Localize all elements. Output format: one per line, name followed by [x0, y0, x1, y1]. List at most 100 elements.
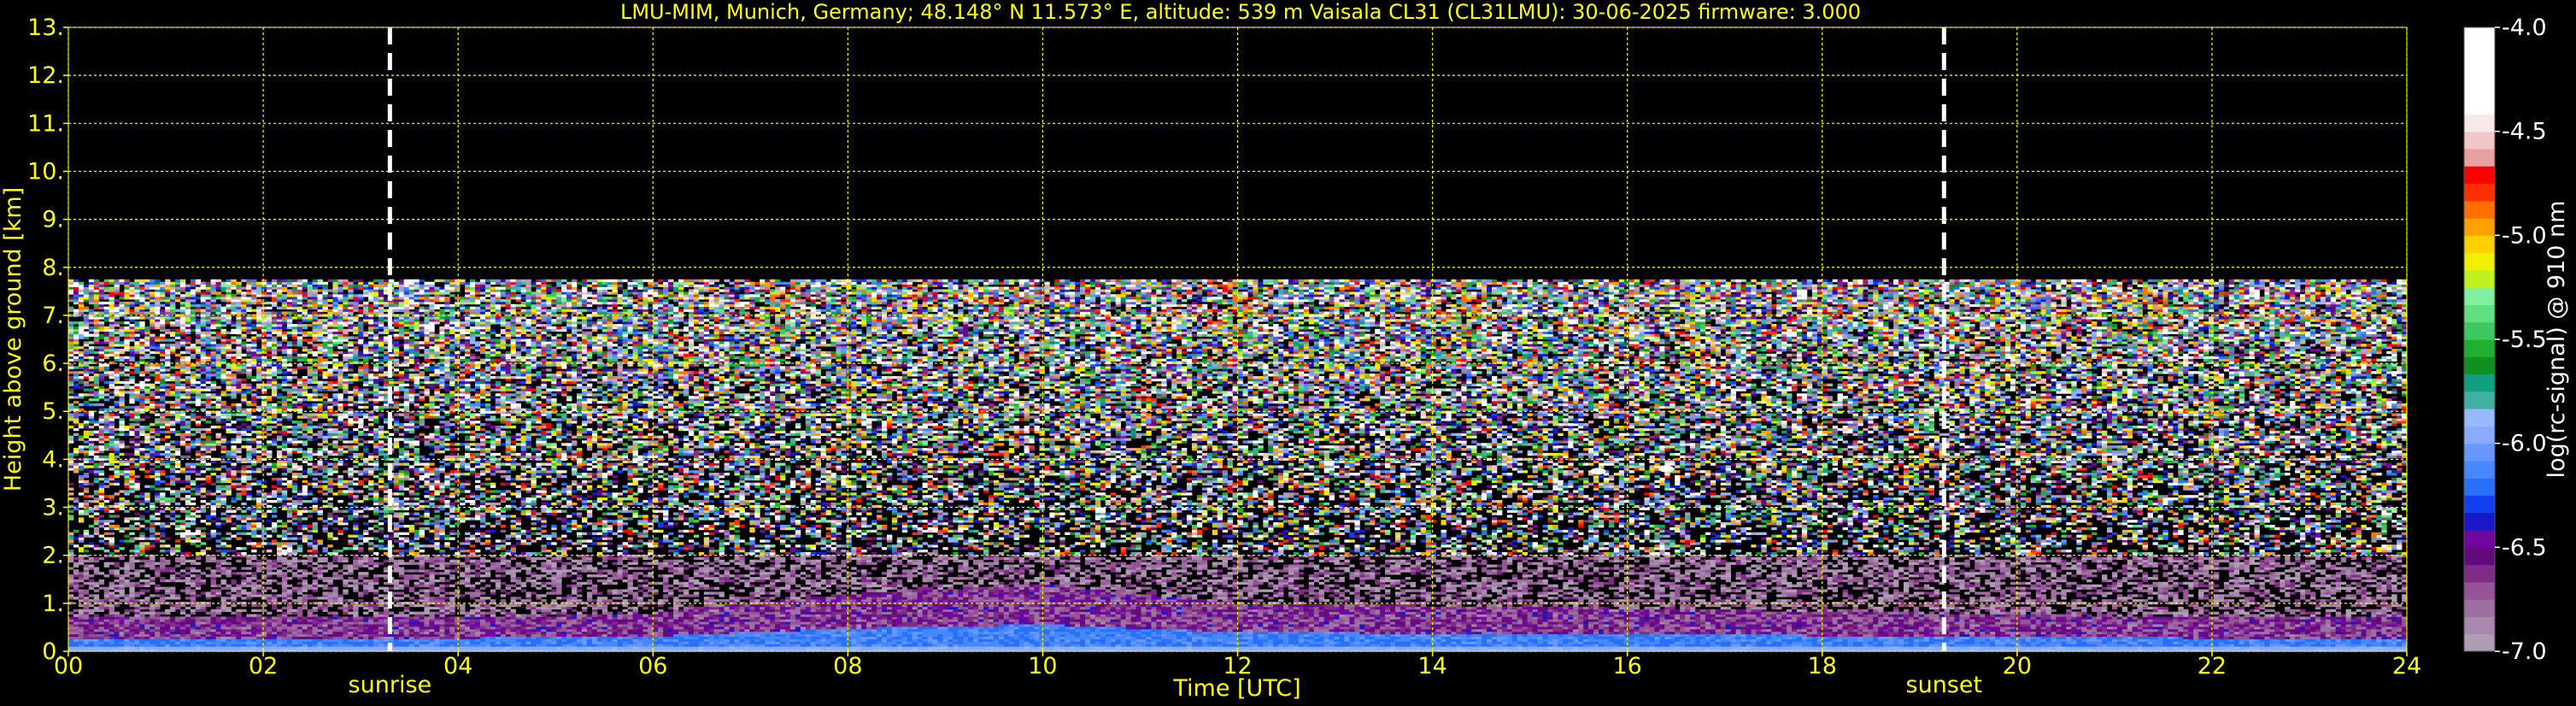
- heatmap-cell: [150, 436, 155, 438]
- heatmap-cell: [99, 421, 104, 423]
- heatmap-cell: [120, 443, 125, 445]
- heatmap-cell: [99, 621, 104, 624]
- heatmap-cell: [104, 309, 109, 312]
- heatmap-cell: [79, 359, 84, 362]
- heatmap-cell: [134, 483, 139, 485]
- heatmap-cell: [150, 406, 155, 409]
- heatmap-cell: [104, 354, 109, 356]
- heatmap-cell: [144, 582, 150, 585]
- heatmap-cell: [114, 299, 120, 302]
- heatmap-cell: [73, 453, 79, 456]
- heatmap-cell: [144, 433, 150, 436]
- heatmap-cell: [94, 632, 99, 634]
- heatmap-cell: [99, 302, 104, 304]
- heatmap-cell: [109, 646, 114, 649]
- heatmap-cell: [144, 495, 150, 497]
- heatmap-cell: [124, 517, 129, 520]
- heatmap-cell: [150, 538, 155, 540]
- heatmap-cell: [79, 480, 84, 483]
- heatmap-cell: [79, 539, 84, 542]
- heatmap-cell: [94, 520, 99, 522]
- heatmap-cell: [134, 344, 139, 346]
- heatmap-cell: [109, 381, 114, 384]
- heatmap-cell: [144, 297, 150, 299]
- heatmap-cell: [155, 629, 160, 632]
- heatmap-cell: [150, 475, 155, 478]
- heatmap-cell: [99, 366, 104, 368]
- heatmap-cell: [104, 421, 109, 423]
- heatmap-cell: [139, 580, 144, 582]
- heatmap-cell: [114, 565, 120, 568]
- heatmap-cell: [109, 396, 114, 398]
- heatmap-cell: [124, 453, 129, 456]
- heatmap-cell: [99, 470, 104, 473]
- heatmap-cell: [134, 599, 139, 602]
- heatmap-cell: [68, 510, 73, 513]
- heatmap-cell: [84, 544, 89, 547]
- heatmap-cell: [150, 463, 155, 466]
- heatmap-cell: [109, 525, 114, 527]
- heatmap-cell: [129, 364, 134, 367]
- heatmap-cell: [99, 418, 104, 421]
- heatmap-cell: [124, 624, 129, 627]
- heatmap-cell: [129, 396, 134, 398]
- heatmap-cell: [109, 438, 114, 441]
- heatmap-cell: [114, 415, 120, 418]
- heatmap-cell: [150, 565, 155, 568]
- heatmap-cell: [114, 580, 120, 582]
- heatmap-cell: [139, 356, 144, 359]
- heatmap-cell: [150, 634, 155, 637]
- heatmap-cell: [94, 619, 99, 621]
- heatmap-cell: [94, 321, 99, 324]
- heatmap-cell: [124, 582, 129, 585]
- heatmap-cell: [150, 316, 155, 319]
- heatmap-cell: [99, 463, 104, 466]
- heatmap-cell: [99, 495, 104, 497]
- heatmap-cell: [120, 393, 125, 396]
- heatmap-cell: [134, 436, 139, 438]
- heatmap-cell: [104, 327, 109, 329]
- heatmap-cell: [89, 639, 94, 642]
- heatmap-cell: [84, 461, 89, 463]
- heatmap-cell: [104, 599, 109, 602]
- heatmap-cell: [120, 461, 125, 463]
- heatmap-cell: [79, 621, 84, 624]
- heatmap-cell: [109, 415, 114, 418]
- heatmap-cell: [84, 456, 89, 458]
- heatmap-cell: [109, 624, 114, 627]
- heatmap-cell: [99, 329, 104, 332]
- heatmap-cell: [114, 585, 120, 587]
- heatmap-cell: [73, 384, 79, 386]
- heatmap-cell: [104, 637, 109, 639]
- heatmap-cell: [94, 279, 99, 282]
- heatmap-cell: [114, 285, 120, 287]
- heatmap-cell: [129, 585, 134, 587]
- heatmap-cell: [73, 406, 79, 409]
- heatmap-cell: [84, 324, 89, 327]
- heatmap-cell: [120, 297, 125, 299]
- heatmap-cell: [89, 644, 94, 646]
- heatmap-cell: [99, 632, 104, 634]
- heatmap-cell: [84, 535, 89, 538]
- heatmap-cell: [114, 332, 120, 334]
- heatmap-cell: [120, 302, 125, 304]
- heatmap-cell: [79, 632, 84, 634]
- heatmap-cell: [134, 615, 139, 617]
- heatmap-cell: [84, 344, 89, 346]
- heatmap-cell: [134, 285, 139, 287]
- heatmap-cell: [144, 327, 150, 329]
- heatmap-cell: [99, 409, 104, 411]
- heatmap-cell: [104, 282, 109, 285]
- heatmap-cell: [84, 349, 89, 351]
- heatmap-cell: [124, 632, 129, 634]
- heatmap-cell: [68, 327, 73, 329]
- heatmap-cell: [124, 321, 129, 324]
- heatmap-cell: [109, 456, 114, 458]
- heatmap-cell: [129, 329, 134, 332]
- heatmap-cell: [84, 621, 89, 624]
- heatmap-cell: [73, 415, 79, 418]
- heatmap-cell: [73, 468, 79, 470]
- heatmap-cell: [84, 309, 89, 312]
- heatmap-cell: [79, 612, 84, 615]
- heatmap-cell: [129, 297, 134, 299]
